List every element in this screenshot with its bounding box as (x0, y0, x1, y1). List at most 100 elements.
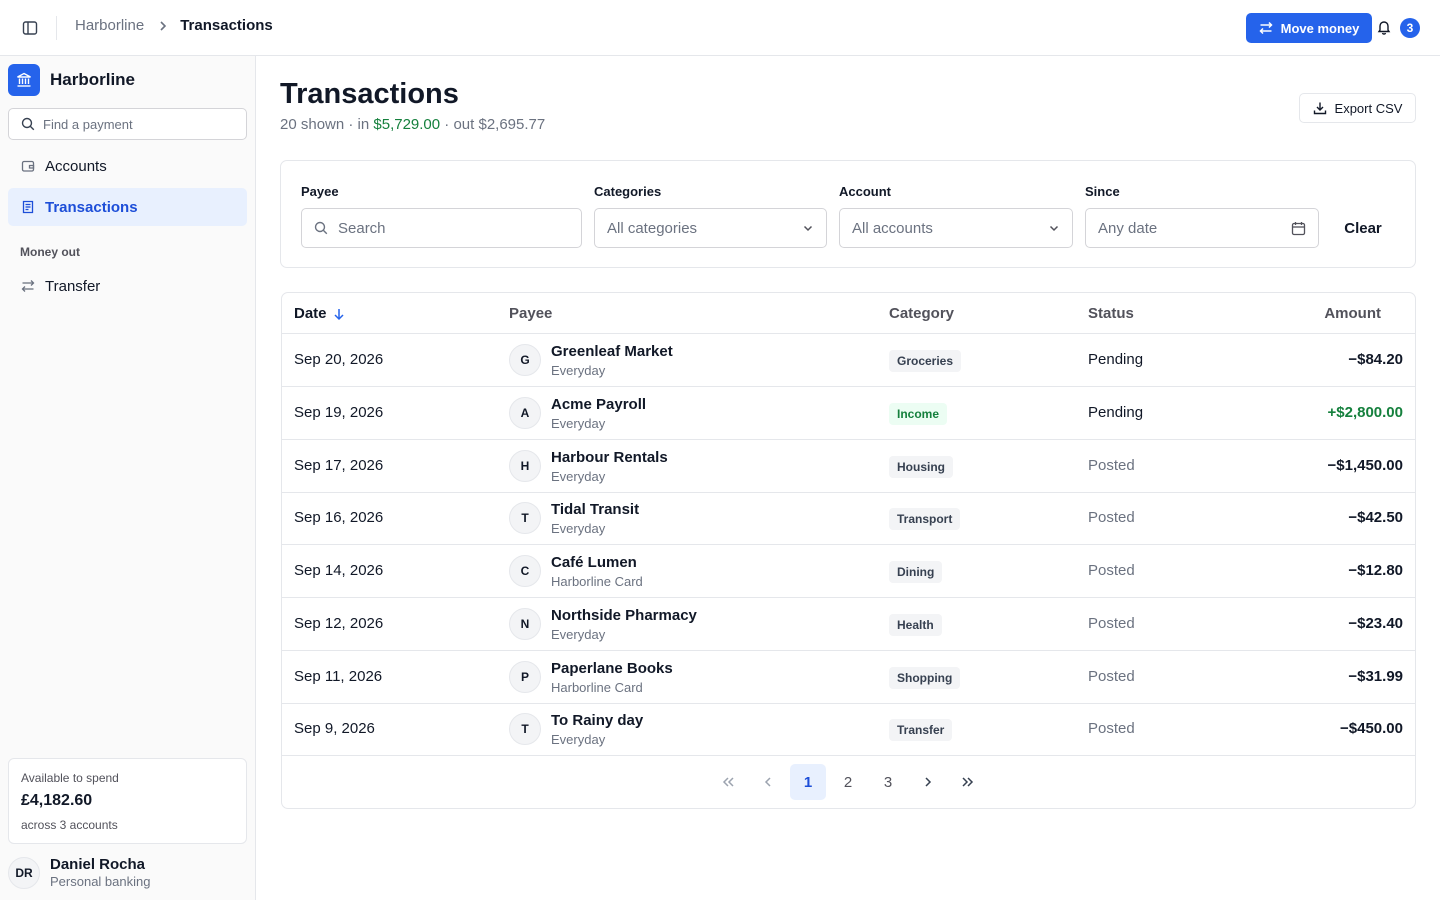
column-header-category[interactable]: Category (889, 305, 954, 322)
column-header-amount[interactable]: Amount (1324, 305, 1381, 322)
since-date-input[interactable] (1098, 219, 1268, 237)
status-text: Posted (1088, 509, 1135, 527)
payee-avatar: P (509, 660, 541, 693)
export-csv-button[interactable]: Export CSV (1299, 93, 1416, 123)
payee-avatar: A (509, 396, 541, 429)
payee-name: Greenleaf Market (551, 343, 673, 360)
search-icon (21, 117, 35, 131)
row-date: Sep 20, 2026 (294, 351, 384, 368)
chevron-down-icon (802, 222, 814, 234)
column-header-date[interactable]: Date (294, 305, 345, 322)
payee-account: Harborline Card (551, 574, 643, 589)
brand[interactable]: Harborline (8, 64, 135, 96)
payee-name: Harbour Rentals (551, 448, 668, 466)
row-date: Sep 19, 2026 (294, 403, 384, 421)
first-page-icon[interactable] (710, 764, 746, 800)
pagination: 1 2 3 (282, 756, 1415, 808)
payee-search-field[interactable] (301, 208, 582, 248)
column-header-status[interactable]: Status (1088, 305, 1134, 322)
top-divider (56, 16, 57, 40)
since-filter-label: Since (1085, 184, 1120, 199)
sidebar-item-transactions[interactable]: Transactions (8, 188, 247, 226)
arrow-down-icon (333, 308, 344, 320)
row-amount: +$2,800.00 (1327, 403, 1404, 421)
categories-select-value: All categories (607, 219, 698, 237)
table-row[interactable]: Sep 20, 2026 G Greenleaf Market Everyday Gro… (282, 334, 1415, 387)
previous-page-icon[interactable] (750, 764, 786, 800)
page-button-1[interactable]: 1 (790, 764, 826, 800)
sidebar-item-accounts[interactable]: Accounts (8, 147, 247, 185)
status-text: Posted (1088, 720, 1135, 738)
summary-prefix: 20 shown · in (280, 116, 374, 133)
bell-icon[interactable] (1376, 19, 1394, 37)
page-button-2[interactable]: 2 (830, 764, 866, 800)
category-badge: Groceries (889, 350, 962, 372)
since-date-field[interactable] (1085, 208, 1319, 248)
category-badge: Transport (889, 508, 961, 531)
breadcrumb: Harborline Transactions (75, 17, 273, 34)
sidebar-item-transfer[interactable]: Transfer (8, 267, 247, 305)
row-date: Sep 16, 2026 (294, 509, 384, 527)
bank-icon (8, 64, 40, 96)
payee-avatar: G (509, 344, 541, 376)
sidebar-search-input[interactable] (43, 116, 233, 132)
sidebar-toggle-icon[interactable] (18, 16, 42, 40)
transactions-table: Date Payee Category Status Amount Sep 20… (281, 292, 1416, 809)
row-amount: −$23.40 (1348, 614, 1403, 632)
account-select[interactable]: All accounts (839, 208, 1073, 248)
payee-search-input[interactable] (338, 219, 538, 237)
payee-name: Paperlane Books (551, 659, 673, 677)
table-header: Date Payee Category Status Amount (282, 293, 1415, 334)
table-row[interactable]: Sep 11, 2026 P Paperlane Books Harborline C… (282, 651, 1415, 704)
status-text: Pending (1088, 351, 1144, 368)
user-profile[interactable]: DR Daniel Rocha Personal banking (8, 856, 150, 889)
category-badge: Income (889, 402, 948, 425)
row-date: Sep 14, 2026 (294, 562, 384, 579)
last-page-icon[interactable] (950, 764, 986, 800)
page-title: Transactions (280, 78, 459, 110)
filters-panel: Payee Categories All categories Account … (280, 160, 1416, 268)
table-row[interactable]: Sep 12, 2026 N Northside Pharmacy Everyday H… (282, 598, 1415, 651)
payee-name: Tidal Transit (551, 501, 640, 519)
chevron-down-icon (1048, 222, 1060, 234)
move-money-button[interactable]: Move money (1246, 13, 1372, 43)
spend-label: Available to spend (21, 771, 119, 785)
payee-account: Everyday (551, 626, 606, 642)
table-row[interactable]: Sep 14, 2026 C Café Lumen Harborline Card Di… (282, 545, 1415, 598)
summary-in-amount: $5,729.00 (373, 116, 441, 133)
chevron-right-icon (158, 20, 168, 32)
category-badge: Dining (889, 561, 943, 583)
sidebar-item-label: Accounts (45, 157, 107, 175)
available-to-spend-card: Available to spend £4,182.60 across 3 ac… (8, 758, 247, 844)
column-header-payee[interactable]: Payee (509, 305, 552, 322)
breadcrumb-current: Transactions (180, 17, 273, 34)
notification-badge[interactable]: 3 (1400, 18, 1420, 38)
arrows-swap-icon (1259, 21, 1273, 35)
sidebar-search[interactable] (8, 108, 247, 140)
payee-name: To Rainy day (551, 712, 644, 730)
status-text: Posted (1088, 614, 1135, 632)
payee-account: Everyday (551, 468, 606, 484)
column-header-label: Date (294, 305, 327, 322)
row-date: Sep 17, 2026 (294, 456, 384, 474)
payee-name: Acme Payroll (551, 395, 647, 413)
payee-name: Café Lumen (551, 554, 637, 571)
clear-filters-button[interactable]: Clear (1331, 208, 1395, 248)
next-page-icon[interactable] (910, 764, 946, 800)
sidebar-item-label: Transfer (45, 277, 101, 295)
page-button-3[interactable]: 3 (870, 764, 906, 800)
table-row[interactable]: Sep 9, 2026 T To Rainy day Everyday Transfer… (282, 703, 1415, 757)
table-row[interactable]: Sep 19, 2026 A Acme Payroll Everyday Income P… (282, 387, 1415, 440)
table-row[interactable]: Sep 17, 2026 H Harbour Rentals Everyday Hous… (282, 440, 1415, 493)
category-badge: Health (889, 613, 942, 636)
row-amount: −$84.20 (1348, 351, 1403, 368)
table-row[interactable]: Sep 16, 2026 T Tidal Transit Everyday Transp… (282, 492, 1415, 546)
payee-avatar: C (509, 555, 541, 587)
calendar-icon[interactable] (1291, 221, 1306, 236)
categories-filter-label: Categories (594, 184, 662, 199)
row-amount: −$42.50 (1348, 509, 1403, 527)
payee-avatar: T (509, 502, 541, 535)
breadcrumb-root[interactable]: Harborline (75, 17, 144, 34)
categories-select[interactable]: All categories (594, 208, 827, 248)
spend-amount: £4,182.60 (21, 792, 93, 809)
